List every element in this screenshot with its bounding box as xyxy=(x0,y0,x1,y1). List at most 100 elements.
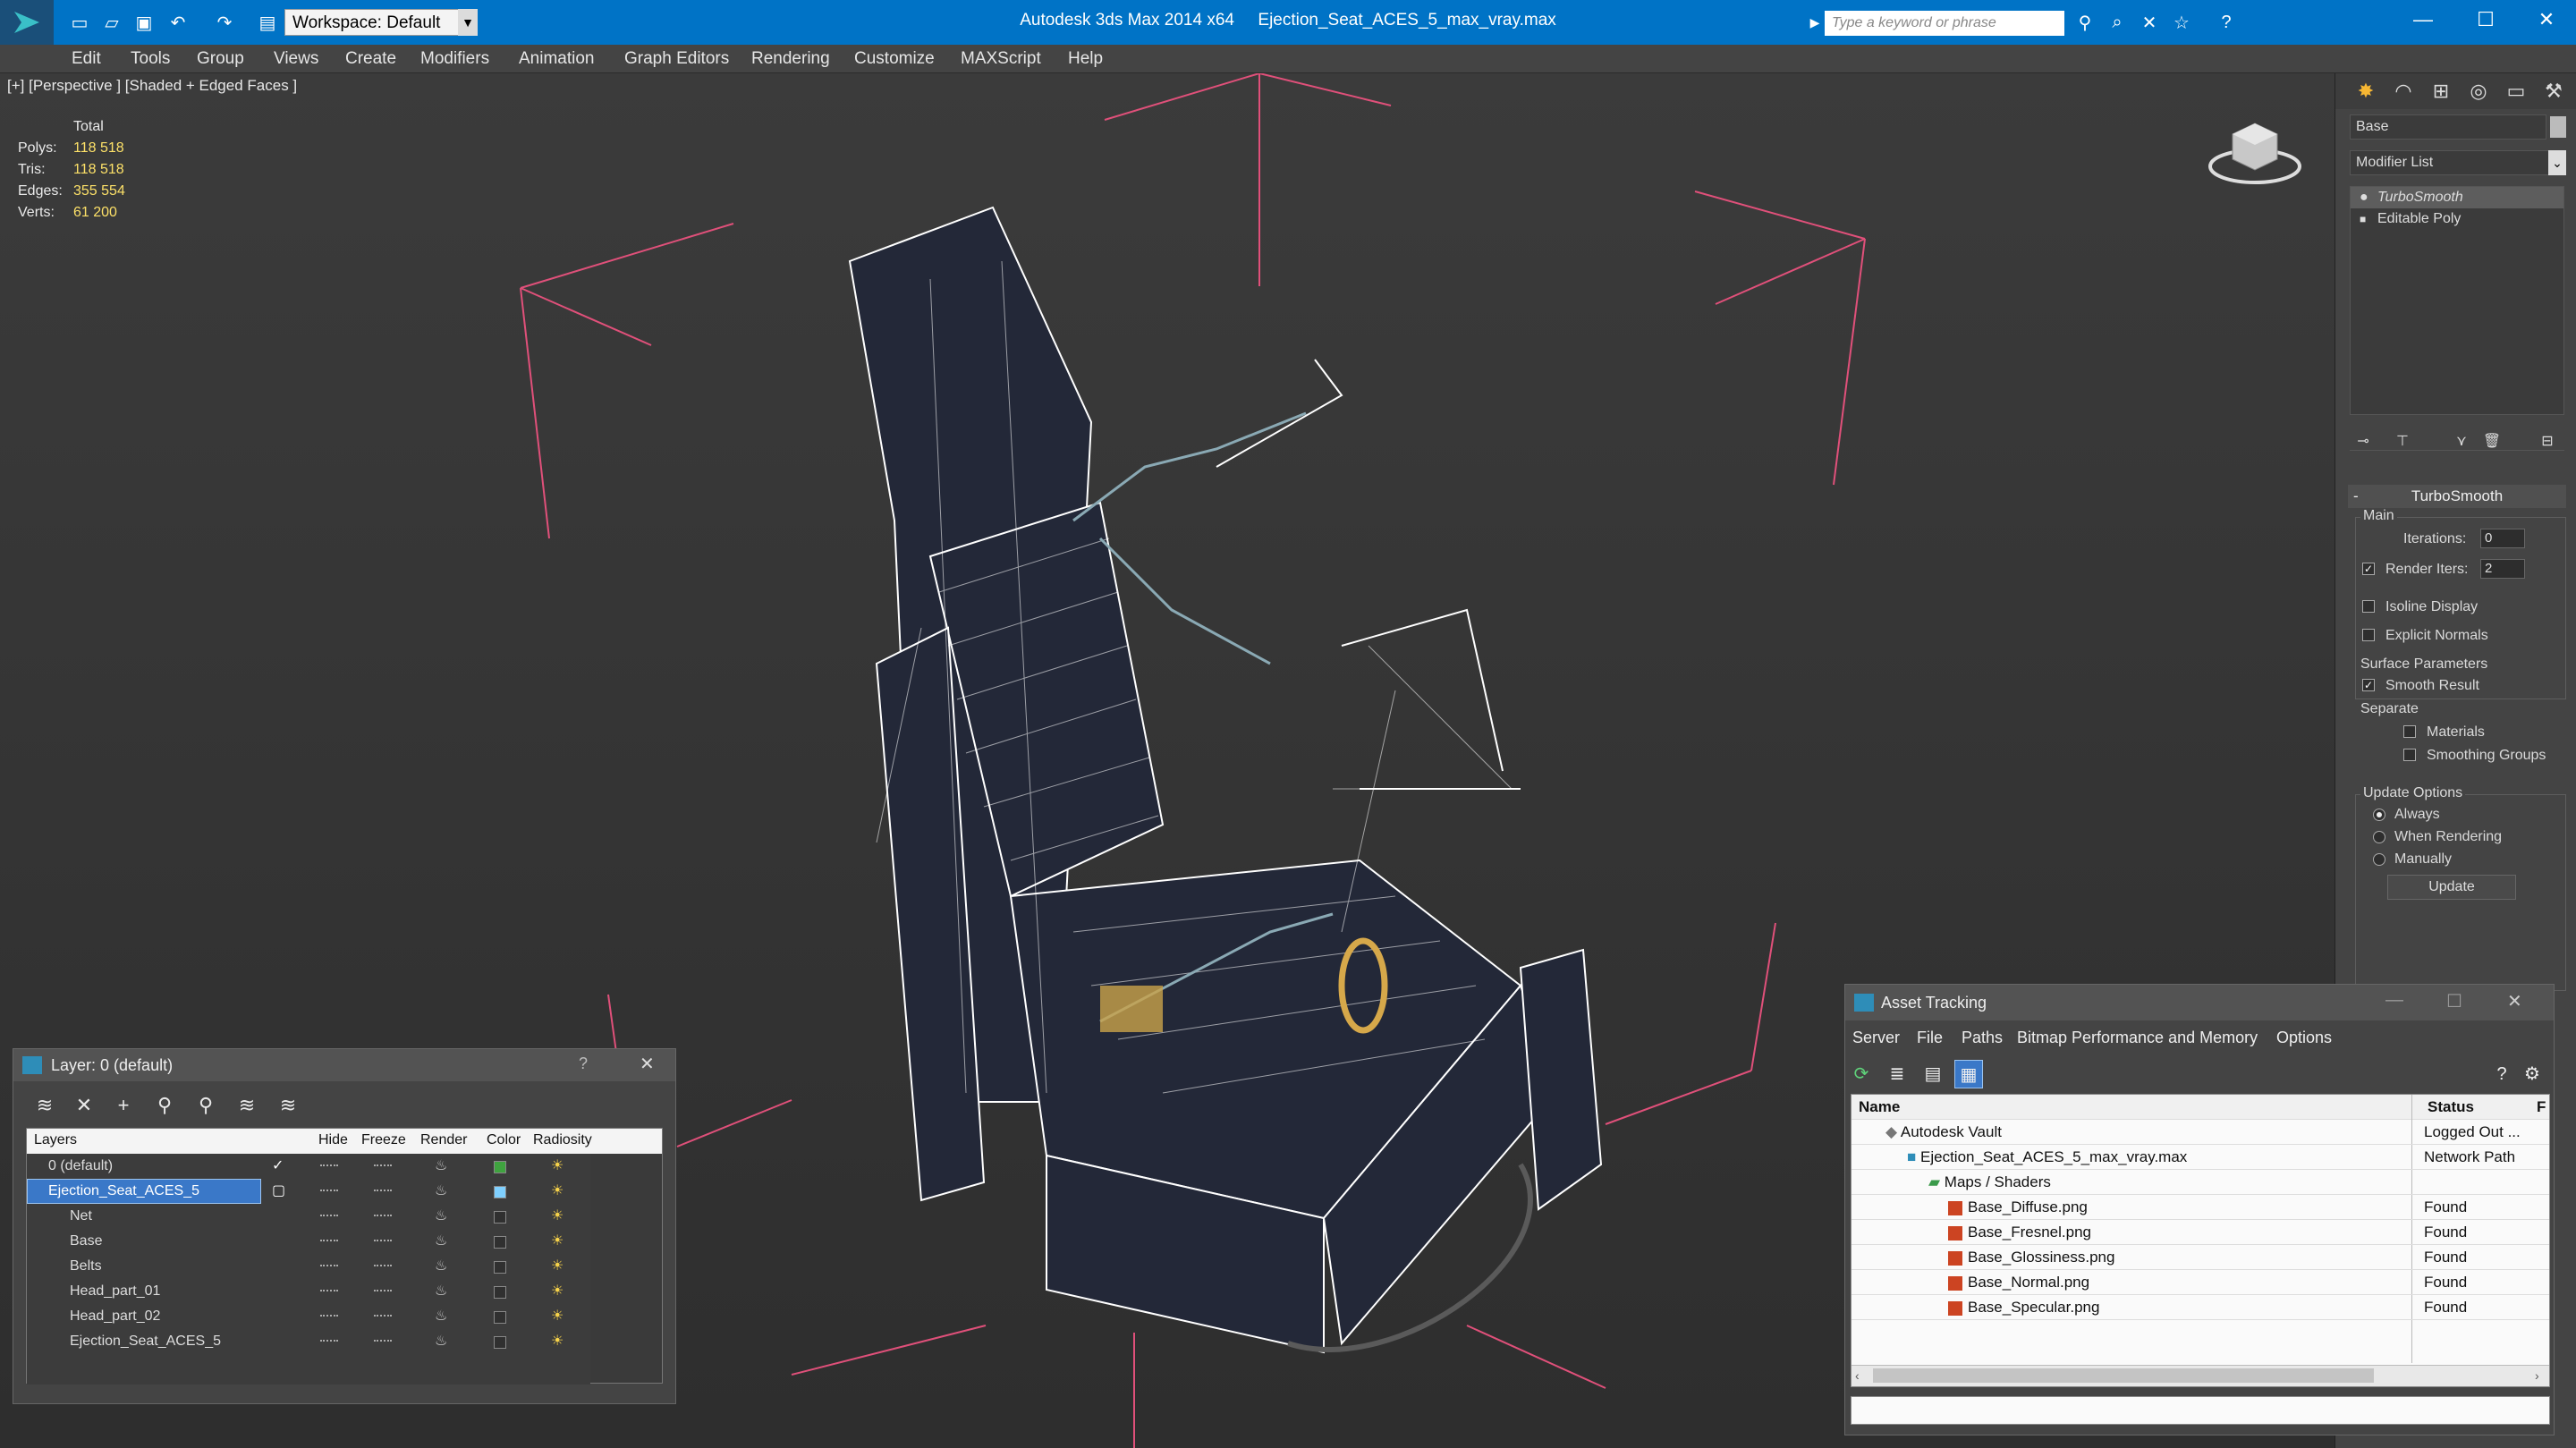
layer-help-button[interactable]: ? xyxy=(579,1054,588,1073)
asset-menu-file[interactable]: File xyxy=(1917,1024,1943,1051)
render-teapot-icon[interactable]: ♨ xyxy=(435,1229,447,1254)
asset-row[interactable]: ◆ Autodesk Vault Logged Out ... xyxy=(1852,1120,2549,1145)
menu-edit[interactable]: Edit xyxy=(72,45,101,73)
layer-row[interactable]: Base ♨ ☀ xyxy=(27,1229,653,1254)
freeze-toggle[interactable] xyxy=(374,1315,392,1318)
asset-menu-bitmap-performance[interactable]: Bitmap Performance and Memory xyxy=(2017,1024,2258,1051)
always-radio[interactable] xyxy=(2373,809,2385,821)
layer-color-swatch[interactable] xyxy=(494,1161,506,1173)
modifier-stack[interactable]: ● TurboSmooth ■ Editable Poly xyxy=(2350,186,2564,415)
asset-path-field[interactable] xyxy=(1851,1396,2550,1425)
radiosity-icon[interactable]: ☀ xyxy=(551,1279,564,1304)
asset-row[interactable]: Base_Fresnel.png Found xyxy=(1852,1220,2549,1245)
modify-tab-icon[interactable]: ◠ xyxy=(2385,73,2421,109)
show-end-result-icon[interactable]: ⊤ xyxy=(2389,424,2416,460)
col-extra[interactable]: F xyxy=(2537,1095,2546,1120)
settings-icon[interactable]: ⚙ xyxy=(2518,1060,2546,1088)
render-iters-checkbox[interactable]: ✓ xyxy=(2362,563,2375,575)
render-teapot-icon[interactable]: ♨ xyxy=(435,1254,447,1279)
add-to-layer-icon[interactable]: + xyxy=(108,1092,139,1119)
display-tab-icon[interactable]: ▭ xyxy=(2498,73,2534,109)
radiosity-icon[interactable]: ☀ xyxy=(551,1329,564,1354)
col-radiosity[interactable]: Radiosity xyxy=(533,1129,592,1152)
hide-toggle[interactable] xyxy=(320,1190,338,1193)
project-folder-icon[interactable]: ▤ xyxy=(256,10,279,35)
save-file-icon[interactable]: ▣ xyxy=(131,10,157,35)
manually-radio[interactable] xyxy=(2373,853,2385,866)
undo-icon[interactable]: ↶ xyxy=(165,10,191,35)
layer-row[interactable]: 0 (default) ✓ ♨ ☀ xyxy=(27,1154,653,1179)
hide-toggle[interactable] xyxy=(320,1290,338,1293)
horizontal-scrollbar[interactable]: ‹ › xyxy=(1852,1365,2549,1386)
col-status[interactable]: Status xyxy=(2428,1095,2474,1120)
when-rendering-radio[interactable] xyxy=(2373,831,2385,843)
layer-color-swatch[interactable] xyxy=(494,1261,506,1274)
viewcube-navigation[interactable] xyxy=(2206,114,2304,195)
asset-menu-server[interactable]: Server xyxy=(1852,1024,1900,1051)
layer-row[interactable]: Head_part_01 ♨ ☀ xyxy=(27,1279,653,1304)
delete-layer-icon[interactable]: ✕ xyxy=(69,1092,99,1119)
freeze-toggle[interactable] xyxy=(374,1215,392,1218)
radiosity-icon[interactable]: ☀ xyxy=(551,1154,564,1179)
tree-view-icon[interactable]: ▤ xyxy=(1919,1060,1947,1088)
update-button[interactable]: Update xyxy=(2387,875,2516,900)
hide-toggle[interactable] xyxy=(320,1265,338,1268)
smooth-result-checkbox[interactable]: ✓ xyxy=(2362,679,2375,691)
redo-icon[interactable]: ↷ xyxy=(211,10,238,35)
search-input[interactable]: Type a keyword or phrase xyxy=(1825,11,2064,36)
menu-modifiers[interactable]: Modifiers xyxy=(420,45,489,73)
freeze-toggle[interactable] xyxy=(374,1240,392,1243)
freeze-toggle[interactable] xyxy=(374,1290,392,1293)
render-teapot-icon[interactable]: ♨ xyxy=(435,1179,447,1204)
smoothing-groups-checkbox[interactable] xyxy=(2403,749,2416,761)
asset-row[interactable]: Base_Diffuse.png Found xyxy=(1852,1195,2549,1220)
maximize-button[interactable]: ☐ xyxy=(2454,0,2517,39)
menu-help[interactable]: Help xyxy=(1068,45,1103,73)
menu-animation[interactable]: Animation xyxy=(519,45,595,73)
layer-color-swatch[interactable] xyxy=(494,1211,506,1224)
radiosity-icon[interactable]: ☀ xyxy=(551,1229,564,1254)
asset-row[interactable]: Base_Specular.png Found xyxy=(1852,1295,2549,1320)
hide-all-layers-icon[interactable]: ≋ xyxy=(232,1092,262,1119)
menu-tools[interactable]: Tools xyxy=(131,45,170,73)
layer-window-title[interactable]: Layer: 0 (default) xyxy=(13,1049,675,1081)
iterations-spinner[interactable]: 0 xyxy=(2480,529,2525,548)
asset-menu-options[interactable]: Options xyxy=(2276,1024,2332,1051)
refresh-icon[interactable]: ⟳ xyxy=(1847,1060,1876,1088)
help-icon[interactable]: ? xyxy=(2213,10,2240,35)
utilities-tab-icon[interactable]: ⚒ xyxy=(2536,73,2572,109)
hide-toggle[interactable] xyxy=(320,1340,338,1343)
menu-create[interactable]: Create xyxy=(345,45,396,73)
asset-minimize-button[interactable]: — xyxy=(2385,990,2403,1011)
layer-color-swatch[interactable] xyxy=(494,1336,506,1349)
layer-row[interactable]: Net ♨ ☀ xyxy=(27,1204,653,1229)
hide-toggle[interactable] xyxy=(320,1164,338,1168)
pin-stack-icon[interactable]: ⊸ xyxy=(2350,424,2377,460)
add-selection-icon[interactable]: ▢ xyxy=(272,1179,285,1204)
render-teapot-icon[interactable]: ♨ xyxy=(435,1304,447,1329)
layer-row[interactable]: Belts ♨ ☀ xyxy=(27,1254,653,1279)
col-layers[interactable]: Layers xyxy=(34,1129,77,1152)
menu-customize[interactable]: Customize xyxy=(854,45,935,73)
col-color[interactable]: Color xyxy=(487,1129,521,1152)
layer-row[interactable]: Ejection_Seat_ACES_5 ♨ ☀ xyxy=(27,1329,653,1354)
radiosity-icon[interactable]: ☀ xyxy=(551,1179,564,1204)
layer-close-button[interactable]: ✕ xyxy=(640,1053,655,1075)
asset-row[interactable]: ■ Ejection_Seat_ACES_5_max_vray.max Netw… xyxy=(1852,1145,2549,1170)
asset-menu-paths[interactable]: Paths xyxy=(1962,1024,2003,1051)
menu-maxscript[interactable]: MAXScript xyxy=(961,45,1041,73)
col-render[interactable]: Render xyxy=(420,1129,467,1152)
workspace-dropdown[interactable]: Workspace: Default xyxy=(284,9,467,36)
layer-color-swatch[interactable] xyxy=(494,1186,506,1198)
make-unique-icon[interactable]: ⋎ xyxy=(2448,424,2475,460)
render-teapot-icon[interactable]: ♨ xyxy=(435,1329,447,1354)
stack-item-editable-poly[interactable]: ■ Editable Poly xyxy=(2351,208,2563,230)
list-view-icon[interactable]: ≣ xyxy=(1883,1060,1911,1088)
freeze-toggle[interactable] xyxy=(374,1340,392,1343)
help-icon[interactable]: ? xyxy=(2487,1060,2516,1088)
radiosity-icon[interactable]: ☀ xyxy=(551,1254,564,1279)
scroll-right-icon[interactable]: › xyxy=(2535,1366,2539,1385)
close-button[interactable]: ✕ xyxy=(2515,0,2576,39)
menu-rendering[interactable]: Rendering xyxy=(751,45,830,73)
asset-row[interactable]: Base_Normal.png Found xyxy=(1852,1270,2549,1295)
